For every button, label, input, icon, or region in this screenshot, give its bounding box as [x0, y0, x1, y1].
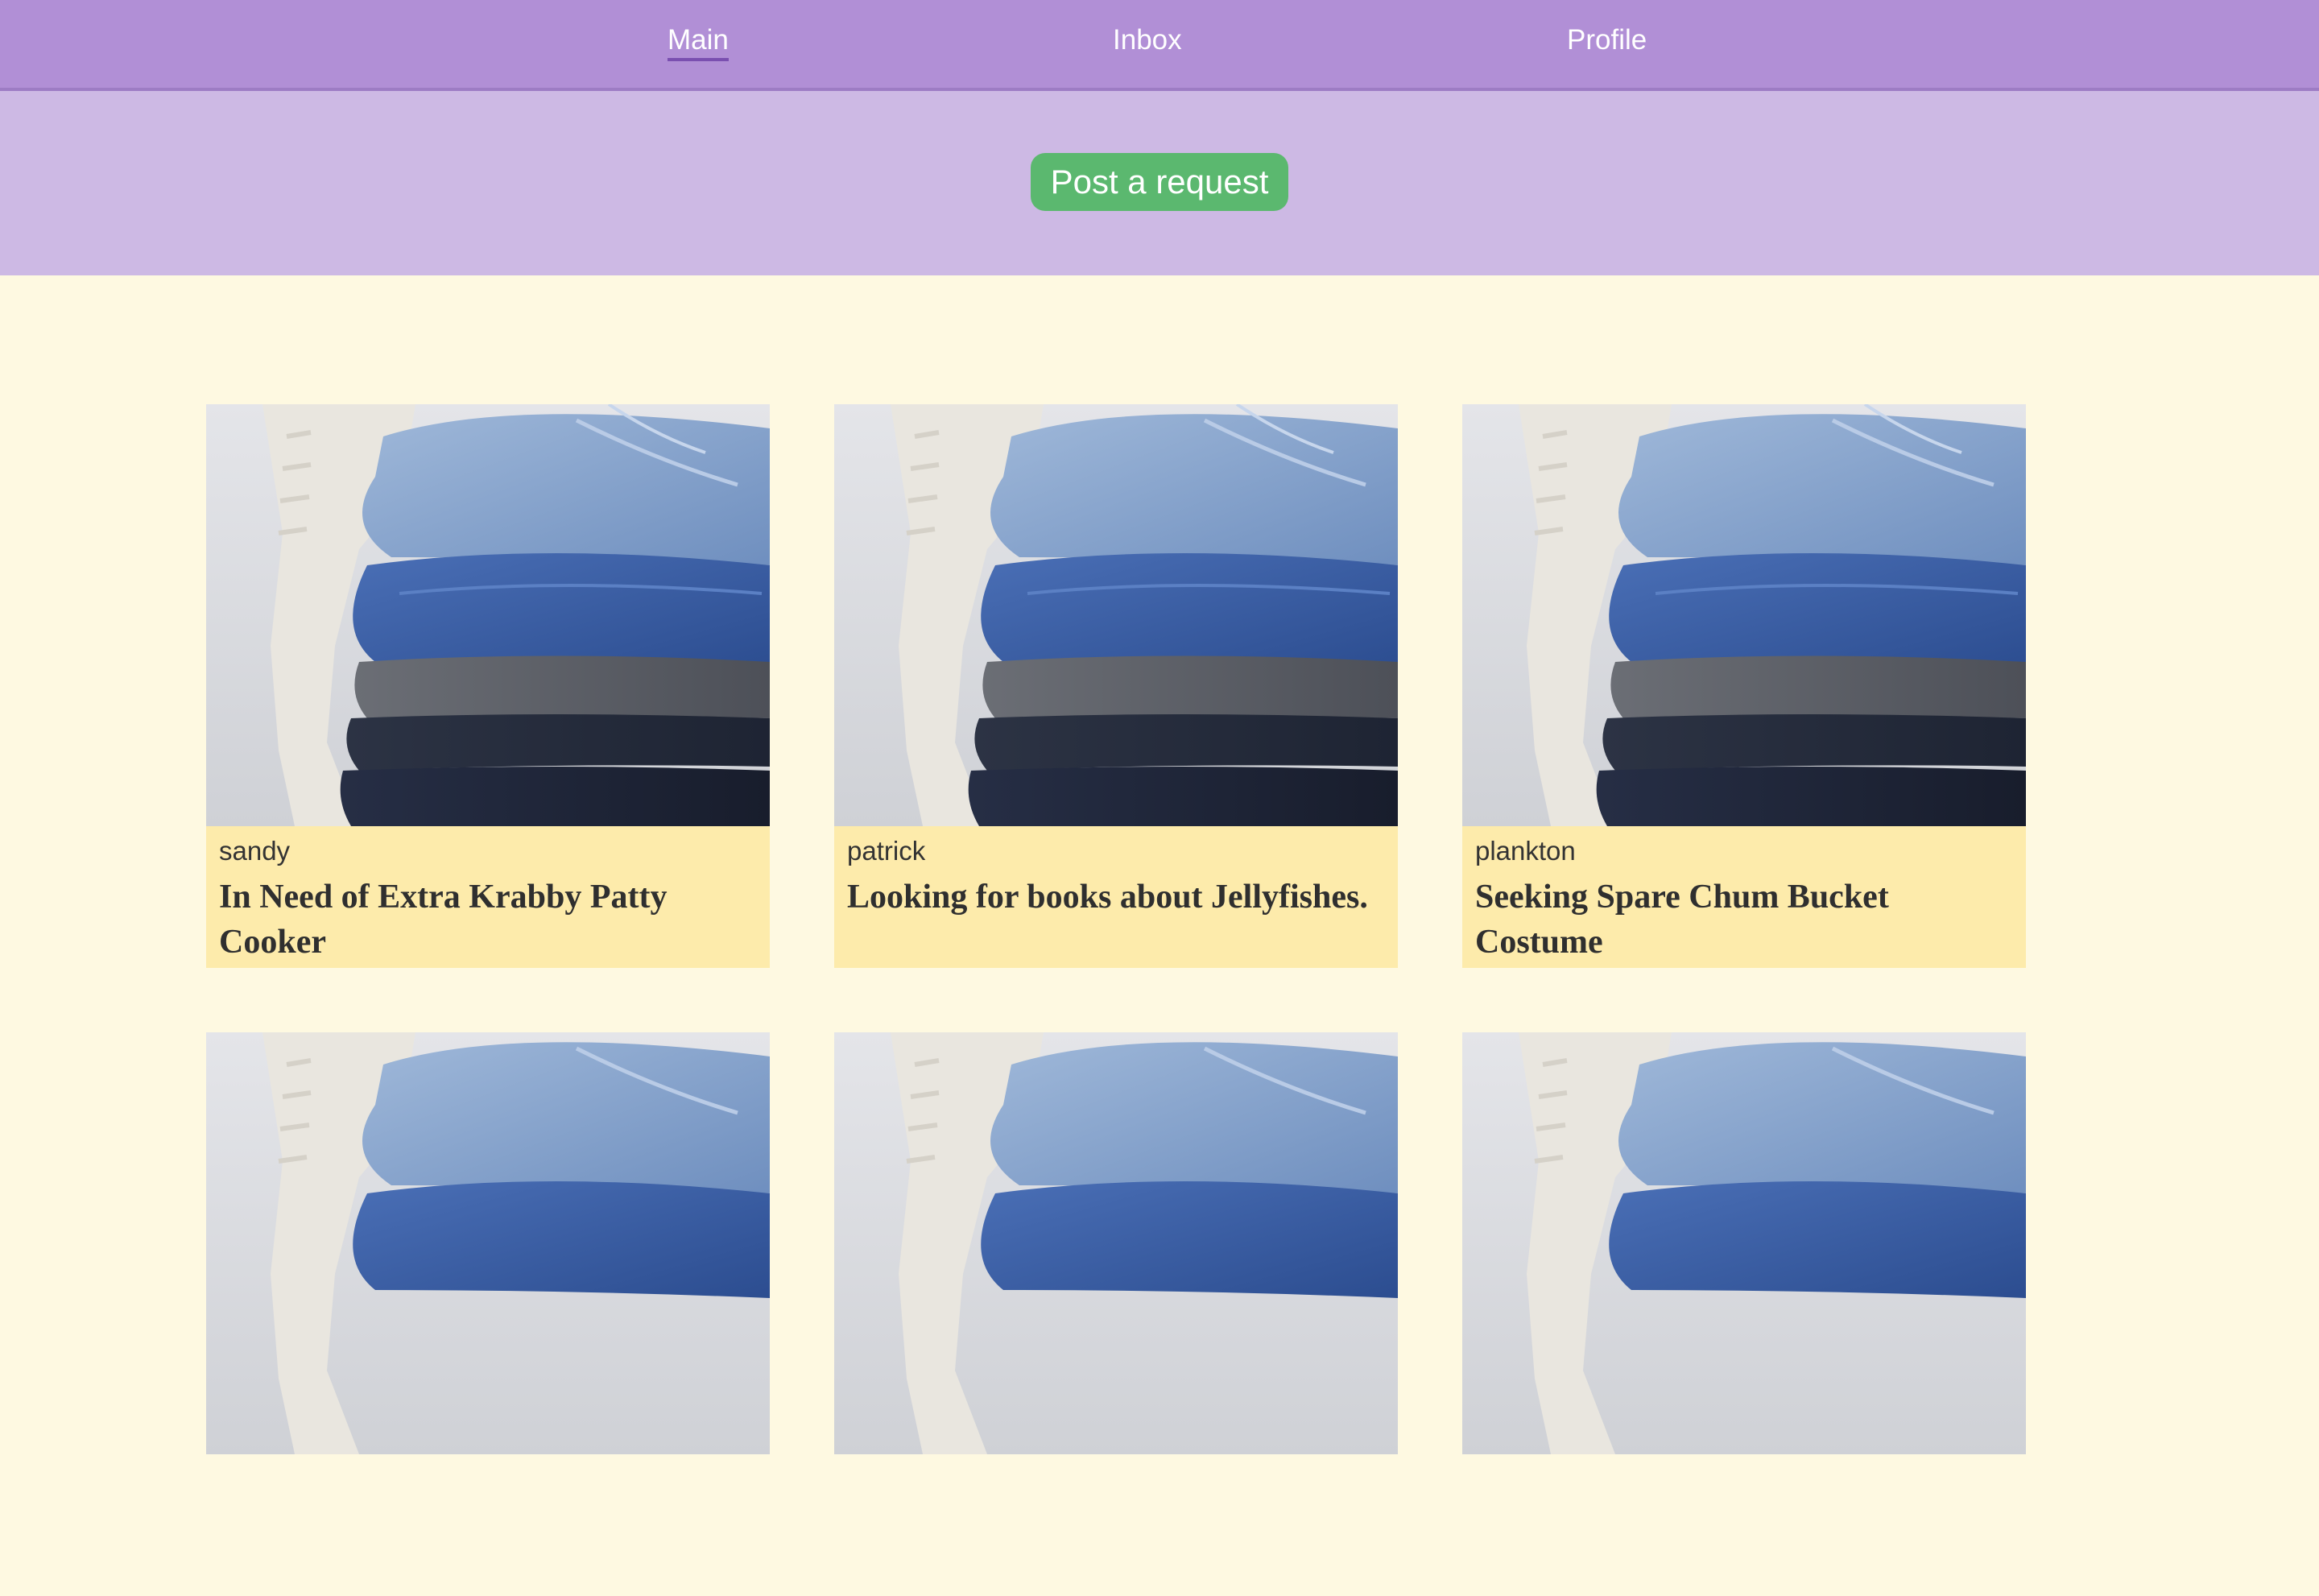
jeans-stack-photo — [834, 404, 1398, 826]
nav-item-main[interactable]: Main — [668, 23, 729, 61]
request-card[interactable] — [834, 1032, 1398, 1596]
request-card-caption: patrick Looking for books about Jellyfis… — [834, 826, 1398, 968]
jeans-stack-photo — [1462, 1032, 2026, 1454]
nav-item-profile[interactable]: Profile — [1567, 23, 1647, 58]
request-card-caption: sandy In Need of Extra Krabby Patty Cook… — [206, 826, 770, 968]
nav-item-inbox[interactable]: Inbox — [1113, 23, 1182, 58]
jeans-stack-photo — [206, 404, 770, 826]
request-card[interactable]: plankton Seeking Spare Chum Bucket Costu… — [1462, 404, 2026, 968]
request-title[interactable]: Looking for books about Jellyfishes. — [847, 874, 1385, 920]
request-card[interactable] — [1462, 1032, 2026, 1596]
top-navigation: Main Inbox Profile — [0, 0, 2319, 91]
request-banner: Post a request — [0, 91, 2319, 275]
jeans-stack-photo — [206, 1032, 770, 1454]
request-card[interactable]: sandy In Need of Extra Krabby Patty Cook… — [206, 404, 770, 968]
request-card-caption: plankton Seeking Spare Chum Bucket Costu… — [1462, 826, 2026, 968]
request-title[interactable]: In Need of Extra Krabby Patty Cooker — [219, 874, 757, 965]
request-title[interactable]: Seeking Spare Chum Bucket Costume — [1475, 874, 2013, 965]
request-author: patrick — [847, 836, 926, 866]
jeans-stack-photo — [834, 1032, 1398, 1454]
request-author: sandy — [219, 836, 291, 866]
request-author: plankton — [1475, 836, 1576, 866]
request-card[interactable]: patrick Looking for books about Jellyfis… — [834, 404, 1398, 968]
request-card[interactable] — [206, 1032, 770, 1596]
post-request-button[interactable]: Post a request — [1031, 153, 1288, 211]
jeans-stack-photo — [1462, 404, 2026, 826]
